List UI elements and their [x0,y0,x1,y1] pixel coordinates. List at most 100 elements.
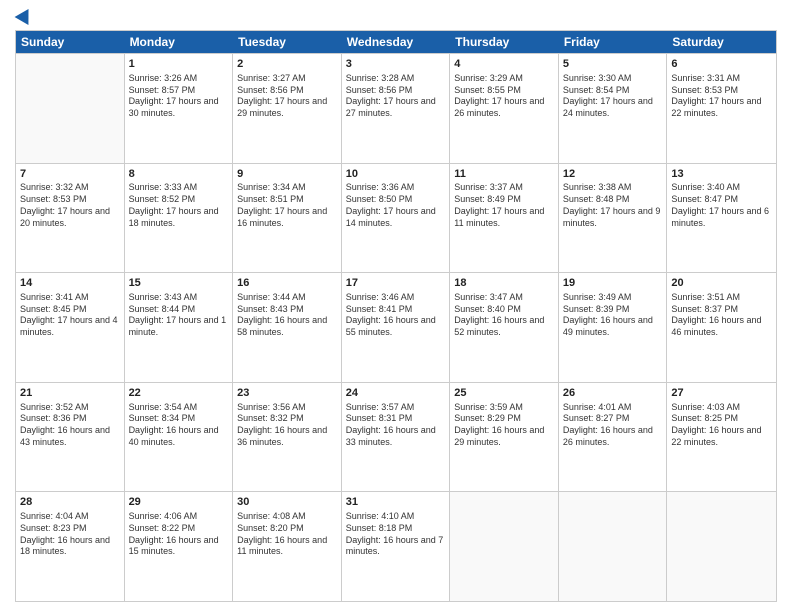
day-number: 7 [20,167,120,182]
day-number: 4 [454,57,554,72]
calendar-cell: 21Sunrise: 3:52 AM Sunset: 8:36 PM Dayli… [16,383,125,492]
calendar-cell: 14Sunrise: 3:41 AM Sunset: 8:45 PM Dayli… [16,273,125,382]
calendar-cell: 17Sunrise: 3:46 AM Sunset: 8:41 PM Dayli… [342,273,451,382]
calendar-cell: 10Sunrise: 3:36 AM Sunset: 8:50 PM Dayli… [342,164,451,273]
day-number: 28 [20,495,120,510]
day-number: 27 [671,386,772,401]
cell-info: Sunrise: 3:33 AM Sunset: 8:52 PM Dayligh… [129,182,229,229]
cell-info: Sunrise: 4:03 AM Sunset: 8:25 PM Dayligh… [671,402,772,449]
cell-info: Sunrise: 3:32 AM Sunset: 8:53 PM Dayligh… [20,182,120,229]
day-number: 16 [237,276,337,291]
cell-info: Sunrise: 3:40 AM Sunset: 8:47 PM Dayligh… [671,182,772,229]
calendar: SundayMondayTuesdayWednesdayThursdayFrid… [15,30,777,602]
calendar-cell: 12Sunrise: 3:38 AM Sunset: 8:48 PM Dayli… [559,164,668,273]
header-day-friday: Friday [559,31,668,53]
logo-triangle-icon [15,5,36,25]
header-day-thursday: Thursday [450,31,559,53]
cell-info: Sunrise: 3:43 AM Sunset: 8:44 PM Dayligh… [129,292,229,339]
calendar-cell: 11Sunrise: 3:37 AM Sunset: 8:49 PM Dayli… [450,164,559,273]
cell-info: Sunrise: 3:37 AM Sunset: 8:49 PM Dayligh… [454,182,554,229]
calendar-week-1: 1Sunrise: 3:26 AM Sunset: 8:57 PM Daylig… [16,53,776,163]
calendar-cell: 22Sunrise: 3:54 AM Sunset: 8:34 PM Dayli… [125,383,234,492]
day-number: 26 [563,386,663,401]
day-number: 31 [346,495,446,510]
calendar-cell: 15Sunrise: 3:43 AM Sunset: 8:44 PM Dayli… [125,273,234,382]
day-number: 10 [346,167,446,182]
header-day-sunday: Sunday [16,31,125,53]
calendar-body: 1Sunrise: 3:26 AM Sunset: 8:57 PM Daylig… [16,53,776,601]
calendar-cell: 2Sunrise: 3:27 AM Sunset: 8:56 PM Daylig… [233,54,342,163]
calendar-cell [667,492,776,601]
calendar-cell: 13Sunrise: 3:40 AM Sunset: 8:47 PM Dayli… [667,164,776,273]
calendar-cell: 27Sunrise: 4:03 AM Sunset: 8:25 PM Dayli… [667,383,776,492]
calendar-cell [16,54,125,163]
header-day-wednesday: Wednesday [342,31,451,53]
calendar-cell: 25Sunrise: 3:59 AM Sunset: 8:29 PM Dayli… [450,383,559,492]
cell-info: Sunrise: 3:26 AM Sunset: 8:57 PM Dayligh… [129,73,229,120]
day-number: 24 [346,386,446,401]
calendar-cell: 19Sunrise: 3:49 AM Sunset: 8:39 PM Dayli… [559,273,668,382]
cell-info: Sunrise: 3:54 AM Sunset: 8:34 PM Dayligh… [129,402,229,449]
logo [15,10,33,24]
cell-info: Sunrise: 3:44 AM Sunset: 8:43 PM Dayligh… [237,292,337,339]
calendar-cell: 29Sunrise: 4:06 AM Sunset: 8:22 PM Dayli… [125,492,234,601]
cell-info: Sunrise: 3:29 AM Sunset: 8:55 PM Dayligh… [454,73,554,120]
day-number: 3 [346,57,446,72]
day-number: 1 [129,57,229,72]
day-number: 30 [237,495,337,510]
day-number: 8 [129,167,229,182]
day-number: 9 [237,167,337,182]
calendar-cell: 16Sunrise: 3:44 AM Sunset: 8:43 PM Dayli… [233,273,342,382]
day-number: 11 [454,167,554,182]
calendar-cell: 23Sunrise: 3:56 AM Sunset: 8:32 PM Dayli… [233,383,342,492]
day-number: 2 [237,57,337,72]
calendar-cell: 28Sunrise: 4:04 AM Sunset: 8:23 PM Dayli… [16,492,125,601]
calendar-cell [559,492,668,601]
day-number: 29 [129,495,229,510]
header-day-saturday: Saturday [667,31,776,53]
day-number: 25 [454,386,554,401]
cell-info: Sunrise: 3:28 AM Sunset: 8:56 PM Dayligh… [346,73,446,120]
day-number: 19 [563,276,663,291]
day-number: 22 [129,386,229,401]
cell-info: Sunrise: 3:46 AM Sunset: 8:41 PM Dayligh… [346,292,446,339]
calendar-cell: 26Sunrise: 4:01 AM Sunset: 8:27 PM Dayli… [559,383,668,492]
calendar-cell: 1Sunrise: 3:26 AM Sunset: 8:57 PM Daylig… [125,54,234,163]
calendar-header: SundayMondayTuesdayWednesdayThursdayFrid… [16,31,776,53]
day-number: 21 [20,386,120,401]
calendar-week-4: 21Sunrise: 3:52 AM Sunset: 8:36 PM Dayli… [16,382,776,492]
header-day-tuesday: Tuesday [233,31,342,53]
calendar-week-5: 28Sunrise: 4:04 AM Sunset: 8:23 PM Dayli… [16,491,776,601]
cell-info: Sunrise: 3:51 AM Sunset: 8:37 PM Dayligh… [671,292,772,339]
header [15,10,777,24]
header-day-monday: Monday [125,31,234,53]
cell-info: Sunrise: 4:01 AM Sunset: 8:27 PM Dayligh… [563,402,663,449]
logo-line [15,10,33,24]
cell-info: Sunrise: 4:06 AM Sunset: 8:22 PM Dayligh… [129,511,229,558]
day-number: 23 [237,386,337,401]
day-number: 15 [129,276,229,291]
cell-info: Sunrise: 3:47 AM Sunset: 8:40 PM Dayligh… [454,292,554,339]
cell-info: Sunrise: 3:41 AM Sunset: 8:45 PM Dayligh… [20,292,120,339]
calendar-week-2: 7Sunrise: 3:32 AM Sunset: 8:53 PM Daylig… [16,163,776,273]
day-number: 13 [671,167,772,182]
day-number: 5 [563,57,663,72]
calendar-cell: 30Sunrise: 4:08 AM Sunset: 8:20 PM Dayli… [233,492,342,601]
day-number: 6 [671,57,772,72]
calendar-cell: 5Sunrise: 3:30 AM Sunset: 8:54 PM Daylig… [559,54,668,163]
calendar-cell: 18Sunrise: 3:47 AM Sunset: 8:40 PM Dayli… [450,273,559,382]
cell-info: Sunrise: 4:08 AM Sunset: 8:20 PM Dayligh… [237,511,337,558]
calendar-cell: 20Sunrise: 3:51 AM Sunset: 8:37 PM Dayli… [667,273,776,382]
cell-info: Sunrise: 3:57 AM Sunset: 8:31 PM Dayligh… [346,402,446,449]
day-number: 17 [346,276,446,291]
calendar-cell: 24Sunrise: 3:57 AM Sunset: 8:31 PM Dayli… [342,383,451,492]
cell-info: Sunrise: 3:34 AM Sunset: 8:51 PM Dayligh… [237,182,337,229]
page: SundayMondayTuesdayWednesdayThursdayFrid… [0,0,792,612]
calendar-cell: 8Sunrise: 3:33 AM Sunset: 8:52 PM Daylig… [125,164,234,273]
calendar-week-3: 14Sunrise: 3:41 AM Sunset: 8:45 PM Dayli… [16,272,776,382]
calendar-cell: 9Sunrise: 3:34 AM Sunset: 8:51 PM Daylig… [233,164,342,273]
cell-info: Sunrise: 3:30 AM Sunset: 8:54 PM Dayligh… [563,73,663,120]
calendar-cell [450,492,559,601]
calendar-cell: 4Sunrise: 3:29 AM Sunset: 8:55 PM Daylig… [450,54,559,163]
day-number: 14 [20,276,120,291]
